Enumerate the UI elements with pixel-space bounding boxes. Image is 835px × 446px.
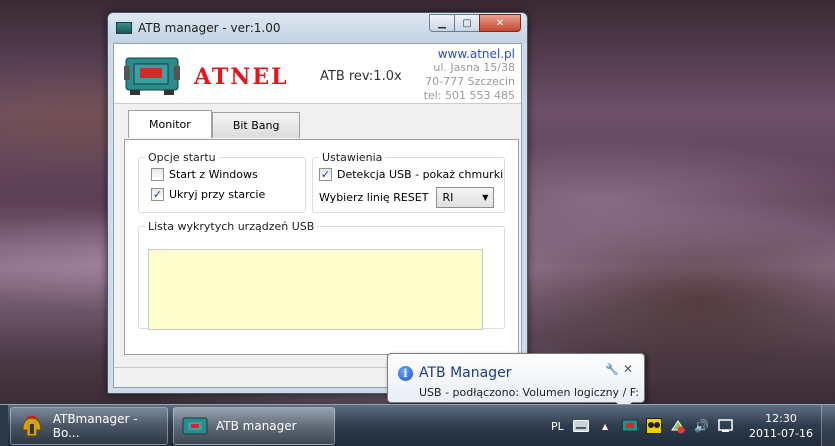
- keyboard-glyph: [573, 420, 589, 432]
- hide-on-start-checkbox[interactable]: ✓: [151, 187, 164, 201]
- start-edge: [0, 405, 8, 446]
- tray-atb-icon[interactable]: [622, 405, 638, 446]
- tab-strip: Monitor Bit Bang: [128, 110, 301, 138]
- maximize-icon: ▢: [462, 17, 472, 29]
- info-icon: i: [398, 366, 413, 381]
- window-client-area: ATNEL ATB rev:1.0x www.atnel.pl ul. Jasn…: [113, 43, 522, 388]
- reset-line-select[interactable]: RI ▼: [436, 187, 495, 208]
- usb-devices-group: Lista wykrytych urządzeń USB: [138, 220, 505, 330]
- website-link[interactable]: www.atnel.pl: [424, 47, 515, 61]
- language-label: PL: [551, 419, 564, 433]
- hide-on-start-label: Ukryj przy starcie: [169, 187, 266, 201]
- address-line-1: ul. Jasna 15/38: [433, 61, 515, 74]
- start-with-windows-row[interactable]: Start z Windows: [151, 164, 305, 184]
- owl-icon: [646, 418, 662, 434]
- address-line-2: 70-777 Szczecin: [425, 75, 515, 88]
- show-desktop-button[interactable]: [821, 405, 835, 446]
- speaker-icon: 🔊: [694, 419, 709, 433]
- hide-on-start-row[interactable]: ✓ Ukryj przy starcie: [151, 184, 305, 204]
- close-icon: ✕: [495, 17, 505, 29]
- atb-device-icon: [182, 417, 208, 435]
- keyboard-icon[interactable]: [573, 405, 589, 446]
- network-glyph: [671, 420, 685, 434]
- volume-icon[interactable]: 🔊: [694, 405, 709, 446]
- close-button[interactable]: ✕: [479, 14, 521, 32]
- contact-info: www.atnel.pl ul. Jasna 15/38 70-777 Szcz…: [424, 47, 515, 103]
- app-header: ATNEL ATB rev:1.0x www.atnel.pl ul. Jasn…: [114, 44, 521, 104]
- taskbar-button-label: ATBmanager - Bo...: [52, 412, 138, 440]
- tab-monitor[interactable]: Monitor: [128, 110, 212, 138]
- show-hidden-icons-button[interactable]: ▲: [602, 405, 608, 446]
- taskbar-button-atb-manager[interactable]: ATB manager: [173, 407, 335, 445]
- reset-line-row: Wybierz linię RESET RI ▼: [319, 187, 504, 208]
- atb-manager-window: ATB manager - ver:1.00 ▁ ▢ ✕ ATNEL ATB r…: [107, 12, 528, 394]
- action-center-icon[interactable]: [718, 405, 734, 446]
- language-indicator[interactable]: PL: [551, 405, 564, 446]
- window-title: ATB manager - ver:1.00: [138, 21, 281, 35]
- minimize-button[interactable]: ▁: [429, 14, 455, 32]
- usb-detection-label: Detekcja USB - pokaż chmurki: [337, 167, 504, 181]
- system-clock[interactable]: 12:30 2011-07-16: [747, 411, 815, 441]
- usb-device-list[interactable]: [148, 249, 483, 330]
- usb-detection-row[interactable]: ✓ Detekcja USB - pokaż chmurki: [319, 164, 504, 184]
- taskbar: ATBmanager - Bo... ATB manager PL ▲ 🔊 12…: [0, 404, 835, 446]
- phone-number: tel: 501 553 485: [423, 89, 515, 102]
- network-icon[interactable]: [670, 405, 686, 446]
- start-with-windows-label: Start z Windows: [169, 167, 258, 181]
- startup-options-legend: Opcje startu: [148, 151, 216, 164]
- reset-line-label: Wybierz linię RESET: [319, 191, 429, 204]
- balloon-close-icon[interactable]: ✕: [623, 362, 633, 376]
- chevron-down-icon: ▼: [482, 193, 489, 202]
- wrench-icon[interactable]: 🔧: [605, 363, 619, 376]
- atb-tray-glyph: [622, 419, 638, 432]
- clock-date: 2011-07-16: [749, 427, 813, 440]
- monitor-tab-panel: Opcje startu Start z Windows ✓ Ukryj prz…: [124, 139, 519, 355]
- window-controls: ▁ ▢ ✕: [429, 14, 521, 32]
- clock-time: 12:30: [765, 412, 797, 425]
- atnel-logo-text: ATNEL: [194, 64, 289, 90]
- board-revision: ATB rev:1.0x: [320, 69, 402, 84]
- device-logo-icon: [124, 57, 180, 95]
- minimize-icon: ▁: [438, 17, 446, 29]
- startup-options-group: Opcje startu Start z Windows ✓ Ukryj prz…: [138, 151, 306, 213]
- start-with-windows-checkbox[interactable]: [151, 167, 164, 181]
- reset-line-value: RI: [442, 191, 454, 204]
- tray-notification-balloon[interactable]: i ATB Manager USB - podłączono: Volumen …: [387, 353, 645, 412]
- taskbar-button-atbmanager-bo[interactable]: ATBmanager - Bo...: [10, 407, 168, 445]
- up-arrow-icon: ▲: [602, 421, 609, 431]
- flag-icon: [718, 419, 733, 432]
- maximize-button[interactable]: ▢: [454, 14, 480, 32]
- usb-devices-legend: Lista wykrytych urządzeń USB: [148, 220, 315, 233]
- settings-legend: Ustawienia: [322, 151, 383, 164]
- settings-group: Ustawienia ✓ Detekcja USB - pokaż chmurk…: [312, 151, 505, 213]
- spartan-helmet-icon: [22, 415, 42, 437]
- balloon-message: USB - podłączono: Volumen logiczny / F:: [419, 386, 639, 399]
- taskbar-button-label: ATB manager: [216, 419, 297, 433]
- app-icon: [116, 22, 132, 34]
- usb-detection-checkbox[interactable]: ✓: [319, 167, 332, 181]
- tray-app-icon[interactable]: [646, 405, 662, 446]
- balloon-title: ATB Manager: [419, 365, 512, 381]
- tab-bit-bang[interactable]: Bit Bang: [211, 112, 301, 138]
